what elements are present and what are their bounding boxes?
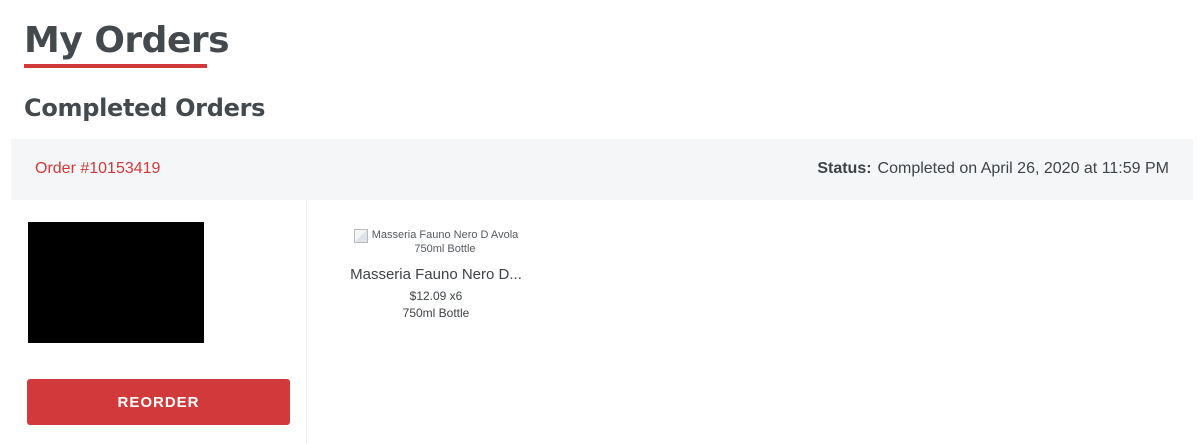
product-card[interactable]: Masseria Fauno Nero D Avola 750ml Bottle… [336, 228, 536, 320]
title-underline [24, 64, 207, 68]
redacted-image [28, 222, 204, 343]
reorder-button[interactable]: REORDER [27, 379, 290, 425]
section-title: Completed Orders [24, 94, 266, 122]
product-image-alt: Masseria Fauno Nero D Avola 750ml Bottle [372, 228, 519, 256]
product-image-alt-name: Masseria Fauno Nero D Avola [371, 229, 519, 241]
order-summary-panel: REORDER [11, 200, 307, 444]
product-image-alt-size: 750ml Bottle [414, 243, 476, 255]
product-name[interactable]: Masseria Fauno Nero D... [346, 266, 526, 283]
page-title-wrap: My Orders [24, 18, 230, 64]
status-value: Completed on April 26, 2020 at 11:59 PM [877, 160, 1169, 177]
status-label: Status: [817, 160, 872, 177]
broken-image-icon [353, 229, 368, 243]
product-image[interactable]: Masseria Fauno Nero D Avola 750ml Bottle [336, 228, 536, 256]
product-size: 750ml Bottle [402, 306, 470, 320]
order-header: Order #10153419 Status: Completed on Apri… [11, 139, 1193, 200]
order-number-link[interactable]: Order #10153419 [35, 160, 160, 178]
product-price-qty: $12.09 x6 [409, 289, 463, 303]
order-status: Status: Completed on April 26, 2020 at 11… [817, 160, 1169, 178]
page-title: My Orders [24, 20, 230, 61]
